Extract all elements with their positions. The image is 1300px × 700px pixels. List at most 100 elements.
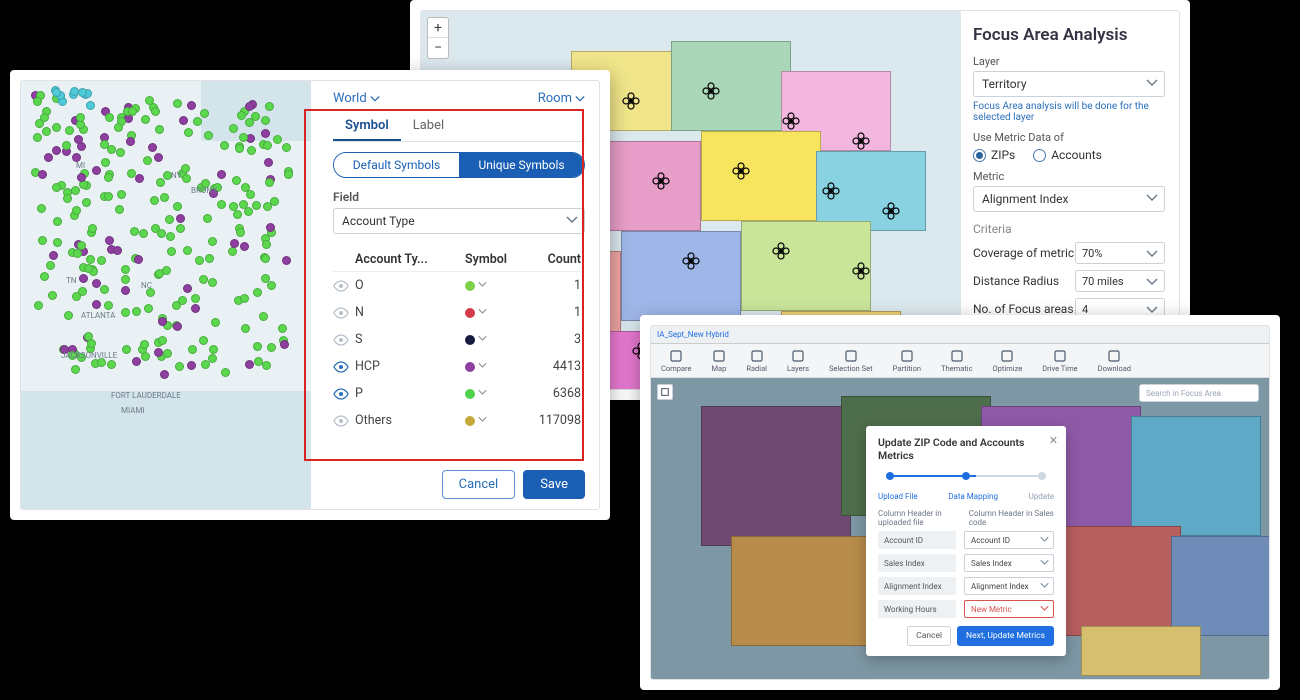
account-dot[interactable] — [100, 285, 109, 294]
focus-area-marker-icon[interactable] — [881, 201, 901, 221]
account-dot[interactable] — [115, 205, 124, 214]
visibility-toggle-icon[interactable] — [333, 280, 349, 292]
account-dot[interactable] — [44, 153, 53, 162]
account-dot[interactable] — [166, 232, 175, 241]
account-dot[interactable] — [267, 281, 276, 290]
account-dot[interactable] — [247, 146, 256, 155]
account-dot[interactable] — [40, 113, 49, 122]
account-dot[interactable] — [264, 158, 273, 167]
account-dot[interactable] — [92, 300, 101, 309]
save-button[interactable]: Save — [523, 470, 585, 499]
focus-area-marker-icon[interactable] — [621, 91, 641, 111]
account-dot[interactable] — [52, 146, 61, 155]
account-dot[interactable] — [104, 192, 113, 201]
breadcrumb-room[interactable]: Room — [538, 91, 585, 106]
account-dot[interactable] — [282, 256, 291, 265]
account-dot[interactable] — [155, 125, 164, 134]
toolbar-layers[interactable]: Layers — [787, 349, 809, 373]
account-dot[interactable] — [121, 308, 130, 317]
account-dot[interactable] — [49, 251, 58, 260]
account-dot[interactable] — [53, 217, 62, 226]
account-dot[interactable] — [121, 265, 130, 274]
account-dot[interactable] — [158, 317, 167, 326]
account-dot[interactable] — [232, 176, 241, 185]
visibility-toggle-icon[interactable] — [333, 334, 349, 346]
account-dot[interactable] — [46, 261, 55, 270]
account-dot[interactable] — [195, 256, 204, 265]
account-dot[interactable] — [38, 170, 47, 179]
account-dot[interactable] — [86, 255, 95, 264]
symbol-picker[interactable] — [465, 359, 525, 374]
account-dot[interactable] — [179, 116, 188, 125]
account-dot[interactable] — [173, 99, 182, 108]
account-dot[interactable] — [122, 345, 131, 354]
account-dot[interactable] — [239, 200, 248, 209]
toolbar-map[interactable]: Map — [711, 349, 726, 373]
toolbar-drive-time[interactable]: Drive Time — [1042, 349, 1077, 373]
account-dot[interactable] — [191, 294, 200, 303]
visibility-toggle-icon[interactable] — [333, 388, 349, 400]
account-dot[interactable] — [34, 301, 43, 310]
account-dot[interactable] — [144, 304, 153, 313]
account-dot[interactable] — [199, 336, 208, 345]
radio-zips[interactable]: ZIPs — [973, 148, 1015, 162]
criteria-select[interactable]: 70 miles — [1075, 270, 1165, 292]
zoom-out-button[interactable]: − — [428, 38, 448, 58]
account-dot[interactable] — [105, 236, 114, 245]
account-dot[interactable] — [284, 170, 293, 179]
account-dot[interactable] — [245, 118, 254, 127]
account-dot[interactable] — [132, 307, 141, 316]
account-dot[interactable] — [77, 173, 86, 182]
account-dot[interactable] — [130, 227, 139, 236]
account-dot[interactable] — [173, 202, 182, 211]
account-dot[interactable] — [278, 324, 287, 333]
account-dot[interactable] — [253, 342, 262, 351]
focus-area-marker-icon[interactable] — [851, 261, 871, 281]
focus-area-marker-icon[interactable] — [731, 161, 751, 181]
account-dot[interactable] — [233, 210, 242, 219]
account-dot[interactable] — [208, 237, 217, 246]
focus-area-marker-icon[interactable] — [821, 181, 841, 201]
focus-area-marker-icon[interactable] — [701, 81, 721, 101]
account-dot[interactable] — [191, 304, 200, 313]
account-dot[interactable] — [235, 144, 244, 153]
symbol-picker[interactable] — [465, 305, 525, 320]
metric-select[interactable]: Alignment Index — [973, 186, 1165, 212]
account-dot[interactable] — [132, 357, 141, 366]
account-dot[interactable] — [76, 113, 85, 122]
focus-area-marker-icon[interactable] — [771, 241, 791, 261]
account-dot[interactable] — [92, 166, 101, 175]
account-dot[interactable] — [52, 123, 61, 132]
account-dot[interactable] — [52, 183, 61, 192]
account-dot[interactable] — [33, 97, 42, 106]
account-dot[interactable] — [205, 254, 214, 263]
close-icon[interactable]: ✕ — [1049, 434, 1058, 447]
account-dot[interactable] — [261, 274, 270, 283]
account-dot[interactable] — [183, 246, 192, 255]
account-dot[interactable] — [65, 126, 74, 135]
toolbar-compare[interactable]: Compare — [661, 349, 691, 373]
account-dot[interactable] — [63, 194, 72, 203]
account-dot[interactable] — [220, 141, 229, 150]
account-dot[interactable] — [158, 336, 167, 345]
account-dot[interactable] — [107, 360, 116, 369]
account-dot[interactable] — [154, 348, 163, 357]
account-dot[interactable] — [259, 312, 268, 321]
account-dot[interactable] — [245, 360, 254, 369]
account-dot[interactable] — [104, 301, 113, 310]
account-dot[interactable] — [280, 340, 289, 349]
search-input[interactable]: Search in Focus Area — [1139, 384, 1259, 402]
account-dot[interactable] — [199, 275, 208, 284]
account-dot[interactable] — [187, 361, 196, 370]
account-dot[interactable] — [128, 107, 137, 116]
account-dot[interactable] — [184, 128, 193, 137]
visibility-toggle-icon[interactable] — [333, 307, 349, 319]
visibility-toggle-icon[interactable] — [333, 361, 349, 373]
account-dot[interactable] — [262, 361, 271, 370]
update-metrics-map[interactable]: IA_Sept_New Hybrid CompareMapRadialLayer… — [651, 326, 1269, 679]
account-dot[interactable] — [165, 215, 174, 224]
account-dot[interactable] — [121, 275, 130, 284]
account-dot[interactable] — [240, 294, 249, 303]
account-dot[interactable] — [252, 201, 261, 210]
account-dot[interactable] — [265, 102, 274, 111]
